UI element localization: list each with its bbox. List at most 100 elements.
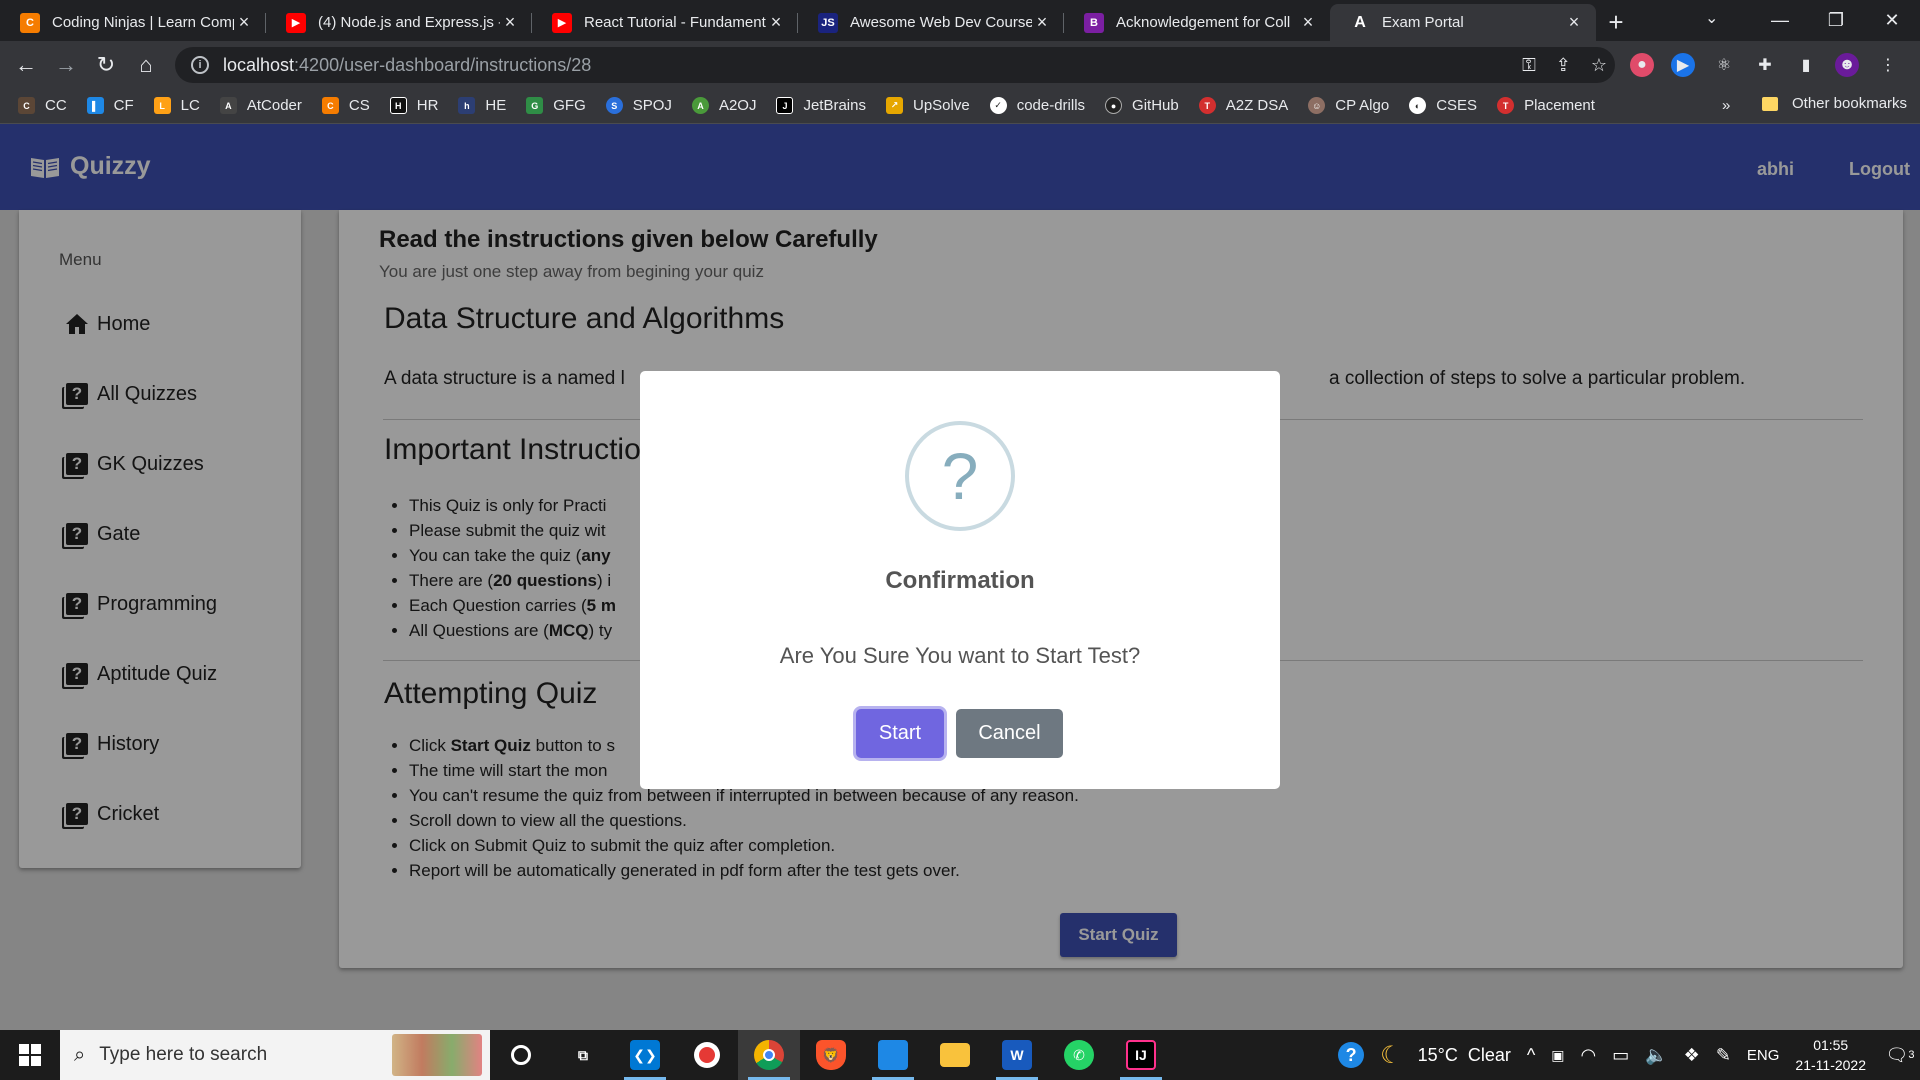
extension-icon[interactable]: ● [1630,52,1654,77]
help-icon[interactable]: ? [1338,1042,1365,1068]
taskbar-app-recorder[interactable] [676,1030,738,1080]
address-bar[interactable]: i localhost:4200/user-dashboard/instruct… [175,47,1615,83]
bookmark[interactable]: ● GitHub [1105,97,1179,114]
other-bookmarks[interactable]: Other bookmarks [1762,95,1907,112]
reload-icon[interactable]: ↻ [86,45,126,85]
bookmark[interactable]: ↗ UpSolve [885,97,970,114]
chevron-up-icon[interactable]: ^ [1527,1045,1535,1066]
bookmark[interactable]: T A2Z DSA [1198,97,1288,114]
bookmark[interactable]: T Placement [1497,97,1595,114]
bookmark[interactable]: C CS [321,97,370,114]
home-icon[interactable]: ⌂ [126,45,166,85]
browser-tab[interactable]: C Coding Ninjas | Learn Comp × [0,4,266,41]
taskbar-app-chrome[interactable] [738,1030,800,1080]
dropbox-icon[interactable]: ❖ [1684,1045,1700,1066]
start-button[interactable] [0,1030,60,1080]
bookmark[interactable]: S SPOJ [605,97,672,114]
browser-tab[interactable]: JS Awesome Web Dev Course × [798,4,1064,41]
browser-tab-active[interactable]: A Exam Portal × [1330,4,1596,41]
bookmark[interactable]: ✓ code-drills [989,97,1085,114]
extension-icon[interactable]: ▶ [1671,52,1695,77]
bookmark-icon: S [605,97,623,114]
bookmark[interactable]: h HE [458,97,506,114]
taskbar-app-whatsapp[interactable]: ✆ [1048,1030,1110,1080]
pen-icon[interactable]: ✎ [1716,1045,1731,1066]
notifications-button[interactable]: 🗨 3 [1880,1045,1920,1066]
volume-icon[interactable]: 🔈 [1645,1045,1667,1066]
confirm-start-button[interactable]: Start [856,709,944,758]
avatar[interactable]: ☻ [1835,52,1859,77]
cortana-button[interactable] [490,1030,552,1080]
taskbar-app-brave[interactable]: 🦁 [800,1030,862,1080]
taskbar-search[interactable]: ⌕ Type here to search [60,1030,490,1080]
close-tab-icon[interactable]: × [1564,12,1584,33]
more-bookmarks-icon[interactable]: » [1722,97,1730,114]
browser-tab[interactable]: B Acknowledgement for Coll × [1064,4,1330,41]
cancel-button[interactable]: Cancel [956,709,1063,758]
clock[interactable]: 01:55 21-11-2022 [1795,1035,1866,1075]
check-icon: ✓ [989,97,1007,114]
star-icon[interactable]: ☆ [1591,55,1607,76]
restore-icon[interactable]: ❐ [1808,0,1864,41]
site-info-icon[interactable]: i [191,56,209,74]
bookmark-label: CC [45,97,67,114]
window-controls: — ❐ ✕ [1752,0,1920,41]
tray-app-icon[interactable]: ▣ [1551,1047,1564,1064]
more-menu-icon[interactable]: ⋮ [1876,53,1900,77]
bookmark-label: UpSolve [912,97,970,114]
bookmark[interactable]: ☺ CP Algo [1308,97,1389,114]
react-devtools-icon[interactable]: ⚛ [1712,53,1736,77]
close-tab-icon[interactable]: × [1032,12,1052,33]
bookmark-label: CSES [1436,97,1478,114]
windows-icon [19,1044,41,1066]
chevron-down-icon[interactable]: ⌄ [1705,8,1718,28]
close-tab-icon[interactable]: × [500,12,520,33]
bookmark-icon: T [1497,97,1515,114]
bookmark[interactable]: G GFG [526,97,586,114]
close-window-icon[interactable]: ✕ [1864,0,1920,41]
key-icon[interactable]: ⚿ [1522,55,1536,76]
bookmark[interactable]: ◐ CSES [1409,97,1477,114]
close-tab-icon[interactable]: × [766,12,786,33]
wifi-icon[interactable]: ◠ [1581,1045,1597,1066]
bookmark[interactable]: J JetBrains [776,97,866,114]
youtube-icon: ▶ [552,12,572,33]
side-panel-icon[interactable]: ▮ [1794,53,1818,77]
bookmark[interactable]: ▌ CF [86,97,134,114]
task-view-button[interactable]: ⧉ [552,1030,614,1080]
back-icon[interactable]: ← [6,45,46,85]
chrome-icon [754,1040,784,1070]
bookmark[interactable]: C CC [18,97,67,114]
word-icon: W [1002,1040,1032,1070]
weather-text[interactable]: 15°C Clear [1418,1045,1511,1066]
bookmark-label: SPOJ [632,97,672,114]
taskbar-app-vscode[interactable]: ❮❯ [614,1030,676,1080]
bookmark-label: JetBrains [803,97,866,114]
tab-title: (4) Node.js and Express.js - [318,14,500,31]
bookmark[interactable]: L LC [153,97,200,114]
minimize-icon[interactable]: — [1752,0,1808,41]
taskbar-app-word[interactable]: W [986,1030,1048,1080]
bookmark-icon: h [458,97,476,114]
forward-icon[interactable]: → [46,45,86,85]
browser-tab[interactable]: ▶ (4) Node.js and Express.js - × [266,4,532,41]
bookmark[interactable]: H HR [389,97,438,114]
bookmark[interactable]: A A2OJ [691,97,756,114]
bookmark[interactable]: A AtCoder [219,97,302,114]
language-indicator[interactable]: ENG [1747,1047,1780,1064]
battery-icon[interactable]: ▭ [1612,1045,1629,1066]
taskbar-app-intellij[interactable]: IJ [1110,1030,1172,1080]
close-tab-icon[interactable]: × [1298,12,1318,33]
close-tab-icon[interactable]: × [234,12,254,33]
search-placeholder: Type here to search [99,1044,268,1065]
notification-count: 3 [1908,1049,1915,1061]
puzzle-icon[interactable]: ✚ [1753,53,1777,77]
share-icon[interactable]: ⇪ [1556,55,1571,76]
taskbar-app-explorer[interactable] [924,1030,986,1080]
taskbar-app-windows[interactable] [862,1030,924,1080]
bookmark-label: LC [180,97,200,114]
new-tab-button[interactable]: + [1596,4,1636,41]
coding-ninjas-icon: C [20,12,40,33]
moon-icon: ☾ [1380,1041,1402,1069]
browser-tab[interactable]: ▶ React Tutorial - Fundament × [532,4,798,41]
